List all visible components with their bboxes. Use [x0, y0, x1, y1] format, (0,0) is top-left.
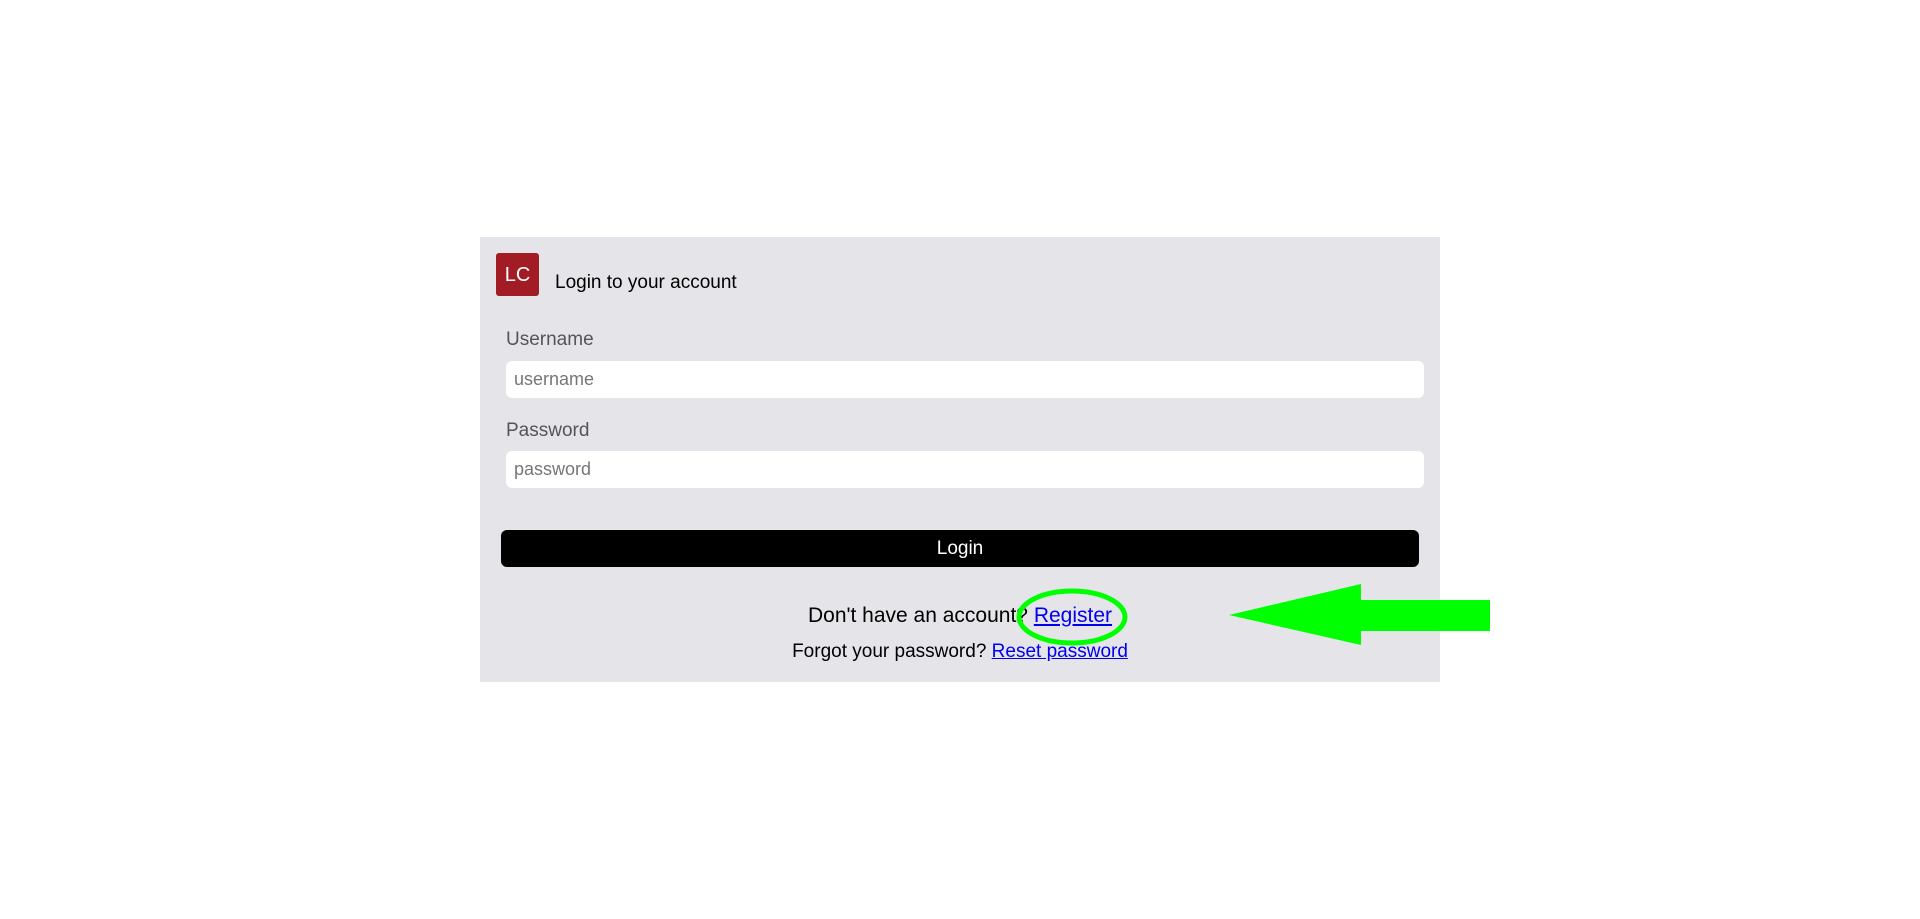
username-input[interactable]	[506, 361, 1424, 398]
register-prompt: Don't have an account?	[807, 604, 1034, 627]
username-label: Username	[506, 329, 594, 350]
reset-prompt: Forgot your password?	[792, 641, 992, 662]
reset-password-link[interactable]: Reset password	[992, 641, 1128, 662]
password-label: Password	[506, 420, 590, 441]
card-title: Login to your account	[555, 272, 737, 293]
reset-row: Forgot your password? Reset password	[480, 641, 1440, 663]
login-button[interactable]: Login	[501, 530, 1419, 567]
password-input[interactable]	[506, 451, 1424, 488]
register-link[interactable]: Register	[1034, 604, 1112, 627]
register-row: Don't have an account? Register	[480, 604, 1440, 628]
page: LC Login to your account Username Passwo…	[0, 0, 1920, 919]
login-card: LC Login to your account Username Passwo…	[480, 237, 1440, 682]
app-logo: LC	[496, 253, 539, 296]
